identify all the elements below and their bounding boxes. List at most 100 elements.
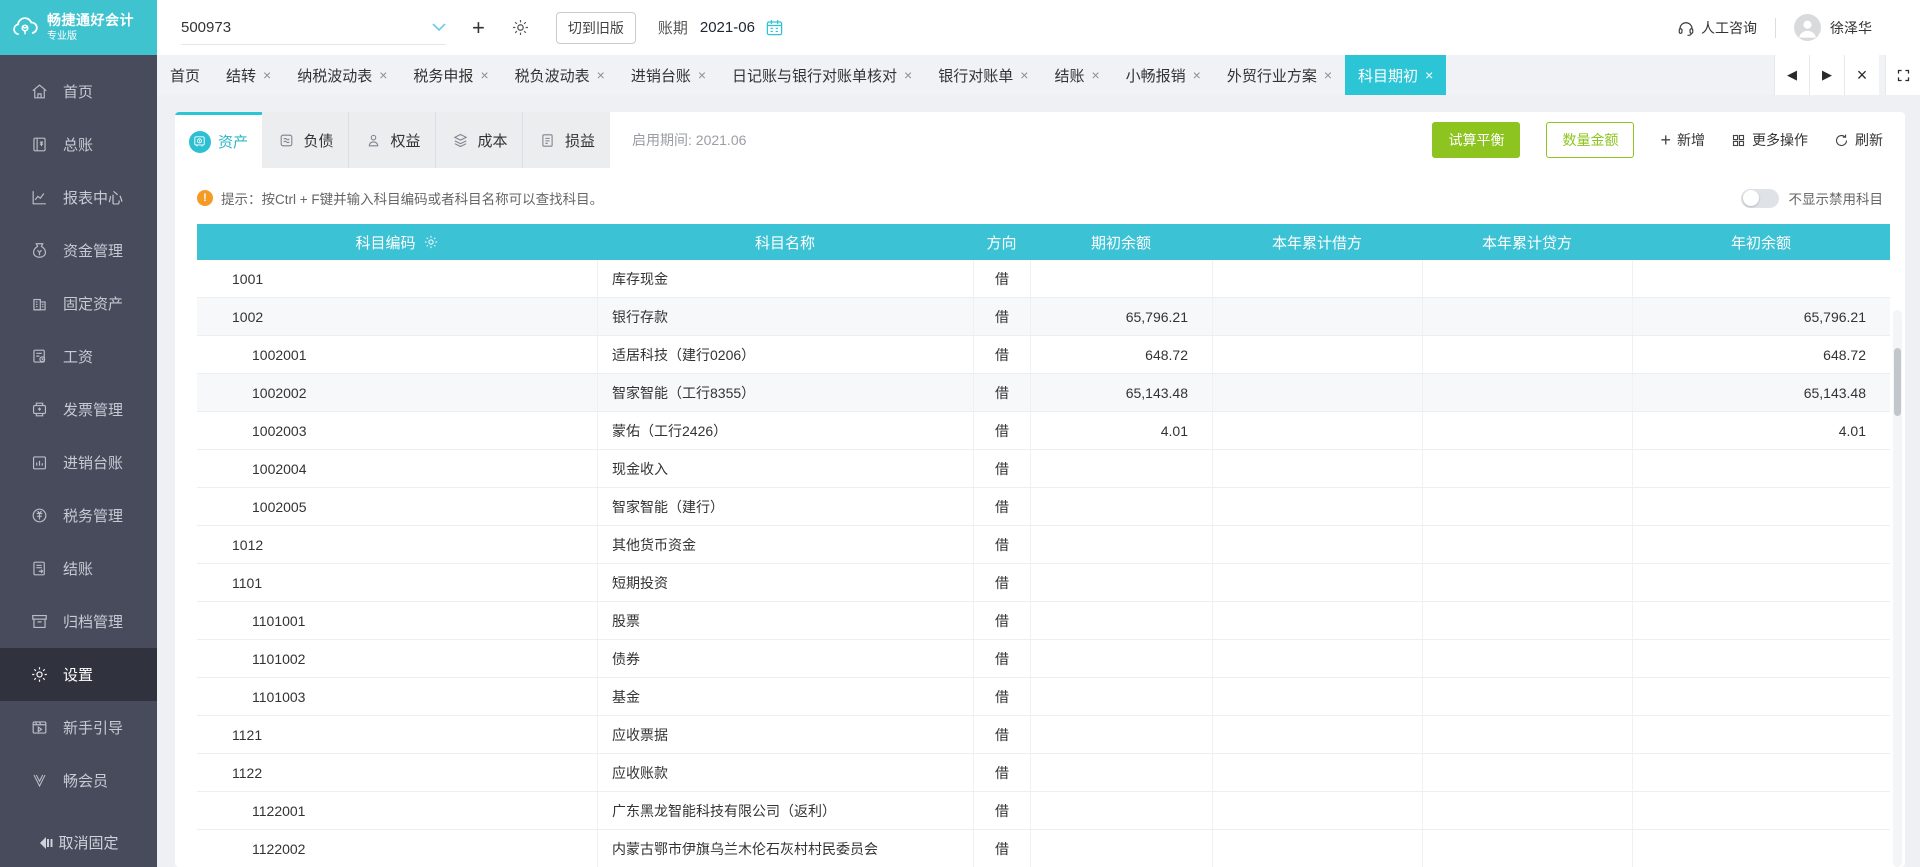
more-operations-button[interactable]: 更多操作 [1731,130,1808,150]
account-row-1121[interactable]: 1121 应收票据借 [197,716,1890,754]
sidebar-item-报表中心[interactable]: 报表中心 [0,171,157,224]
tab-小畅报销[interactable]: 小畅报销 × [1113,55,1214,95]
scrollbar-thumb[interactable] [1894,348,1901,416]
add-button[interactable]: + 新增 [1660,130,1705,150]
sidebar-item-新手引导[interactable]: 新手引导 [0,701,157,754]
account-row-1012[interactable]: 1012 其他货币资金借 [197,526,1890,564]
sidebar-item-进销台账[interactable]: 进销台账 [0,436,157,489]
fullscreen-icon [1897,69,1909,81]
account-row-1101001[interactable]: 1101001 股票借 [197,602,1890,640]
account-row-1002002[interactable]: 1002002 智家智能（工行8355）借 65,143.48 65,143.48 [197,374,1890,412]
category-tab-label: 损益 [564,132,595,150]
sidebar-item-发票管理[interactable]: 发票管理 [0,383,157,436]
sidebar-item-资金管理[interactable]: 资金管理 [0,224,157,277]
opening-balance [1030,678,1212,715]
tab-scroll-left-button[interactable]: ◀ [1774,55,1809,95]
close-all-tabs-button[interactable]: × [1844,55,1879,95]
tab-close-icon[interactable]: × [1020,67,1028,83]
tab-close-icon[interactable]: × [1193,67,1201,83]
closing-icon [30,559,49,578]
sidebar-item-固定资产[interactable]: 固定资产 [0,277,157,330]
tab-close-icon[interactable]: × [263,67,271,83]
account-row-1101[interactable]: 1101 短期投资借 [197,564,1890,602]
switch-old-version-button[interactable]: 切到旧版 [555,11,636,44]
account-row-1122001[interactable]: 1122001 广东黑龙智能科技有限公司（返利）借 [197,792,1890,830]
tab-首页[interactable]: 首页 [157,55,213,95]
refresh-button[interactable]: 刷新 [1834,130,1883,150]
category-tab-负债[interactable]: 负债 [262,112,349,168]
sidebar-item-设置[interactable]: 设置 [0,648,157,701]
tab-close-icon[interactable]: × [379,67,387,83]
opening-balance: 65,143.48 [1030,374,1212,411]
sidebar-item-税务管理[interactable]: 税务管理 [0,489,157,542]
tab-结账[interactable]: 结账 × [1041,55,1112,95]
unpin-sidebar-button[interactable]: 取消固定 [0,832,157,853]
tab-进销台账[interactable]: 进销台账 × [618,55,719,95]
account-code: 1012 [232,536,264,553]
tab-科目期初[interactable]: 科目期初 × [1345,55,1447,95]
account-set-select[interactable]: 500973 [181,11,446,45]
tab-税负波动表[interactable]: 税负波动表 × [502,55,618,95]
tab-纳税波动表[interactable]: 纳税波动表 × [284,55,400,95]
account-row-1002005[interactable]: 1002005 智家智能（建行）借 [197,488,1890,526]
account-set-number: 500973 [181,18,232,36]
year-begin-balance [1632,830,1890,867]
tab-close-icon[interactable]: × [480,67,488,83]
tab-close-icon[interactable]: × [1425,67,1433,83]
category-tab-label: 负债 [303,132,334,150]
account-row-1122002[interactable]: 1122002 内蒙古鄂市伊旗乌兰木伦石灰村村民委员会借 [197,830,1890,867]
tab-close-icon[interactable]: × [597,67,605,83]
sidebar-item-归档管理[interactable]: 归档管理 [0,595,157,648]
sidebar-item-总账[interactable]: 总账 [0,118,157,171]
hide-disabled-accounts-toggle[interactable] [1740,188,1779,208]
tab-日记账与银行对账单核对[interactable]: 日记账与银行对账单核对 × [719,55,925,95]
account-row-1002004[interactable]: 1002004 现金收入借 [197,450,1890,488]
settings-gear-icon[interactable] [511,18,530,37]
tab-外贸行业方案[interactable]: 外贸行业方案 × [1214,55,1345,95]
home-icon [30,82,49,101]
content-area: 资产 负债 权益 成本 损益 启用期间: 2021.06 试算平衡 数量金额 + 新增 [157,95,1920,867]
period-value[interactable]: 2021-06 [700,19,755,36]
tab-scroll-right-button[interactable]: ▶ [1809,55,1844,95]
tab-结转[interactable]: 结转 × [213,55,284,95]
sidebar-item-首页[interactable]: 首页 [0,65,157,118]
tab-close-icon[interactable]: × [1324,67,1332,83]
tab-银行对账单[interactable]: 银行对账单 × [925,55,1041,95]
category-tab-资产[interactable]: 资产 [175,112,262,168]
fullscreen-button[interactable] [1885,55,1920,95]
ytd-credit [1422,526,1632,563]
user-name[interactable]: 徐泽华 [1830,18,1872,38]
quantity-amount-button[interactable]: 数量金额 [1546,122,1635,158]
sidebar-item-label: 资金管理 [63,243,124,260]
sidebar-item-工资[interactable]: 工资 [0,330,157,383]
trial-balance-button[interactable]: 试算平衡 [1432,122,1521,158]
account-row-1101003[interactable]: 1101003 基金借 [197,678,1890,716]
add-account-set-icon[interactable]: + [472,16,485,39]
sidebar-item-畅会员[interactable]: 畅会员 [0,754,157,807]
category-tab-成本[interactable]: 成本 [436,112,523,168]
year-begin-balance [1632,602,1890,639]
account-row-1101002[interactable]: 1101002 债券借 [197,640,1890,678]
account-row-1002001[interactable]: 1002001 适居科技（建行0206）借 648.72 648.72 [197,336,1890,374]
avatar[interactable] [1794,14,1821,41]
account-row-1122[interactable]: 1122 应收账款借 [197,754,1890,792]
tab-税务申报[interactable]: 税务申报 × [400,55,501,95]
sidebar-item-结账[interactable]: 结账 [0,542,157,595]
category-tab-损益[interactable]: 损益 [523,112,610,168]
column-settings-icon[interactable] [423,234,439,250]
live-support-button[interactable]: 人工咨询 [1677,18,1757,38]
account-code: 1101 [232,574,263,591]
tab-close-icon[interactable]: × [1091,67,1099,83]
account-row-1002003[interactable]: 1002003 蒙佑（工行2426）借 4.01 4.01 [197,412,1890,450]
sidebar-item-label: 总账 [63,137,94,154]
tab-close-icon[interactable]: × [698,67,706,83]
year-begin-balance [1632,260,1890,297]
calendar-icon[interactable] [765,18,784,37]
category-tab-权益[interactable]: 权益 [349,112,436,168]
tab-close-icon[interactable]: × [904,67,912,83]
category-tab-label: 权益 [390,132,421,150]
account-row-1002[interactable]: 1002 银行存款借 65,796.21 65,796.21 [197,298,1890,336]
account-row-1001[interactable]: 1001 库存现金借 [197,260,1890,298]
table-scrollbar[interactable] [1893,310,1902,867]
sidebar-item-label: 税务管理 [63,508,124,525]
